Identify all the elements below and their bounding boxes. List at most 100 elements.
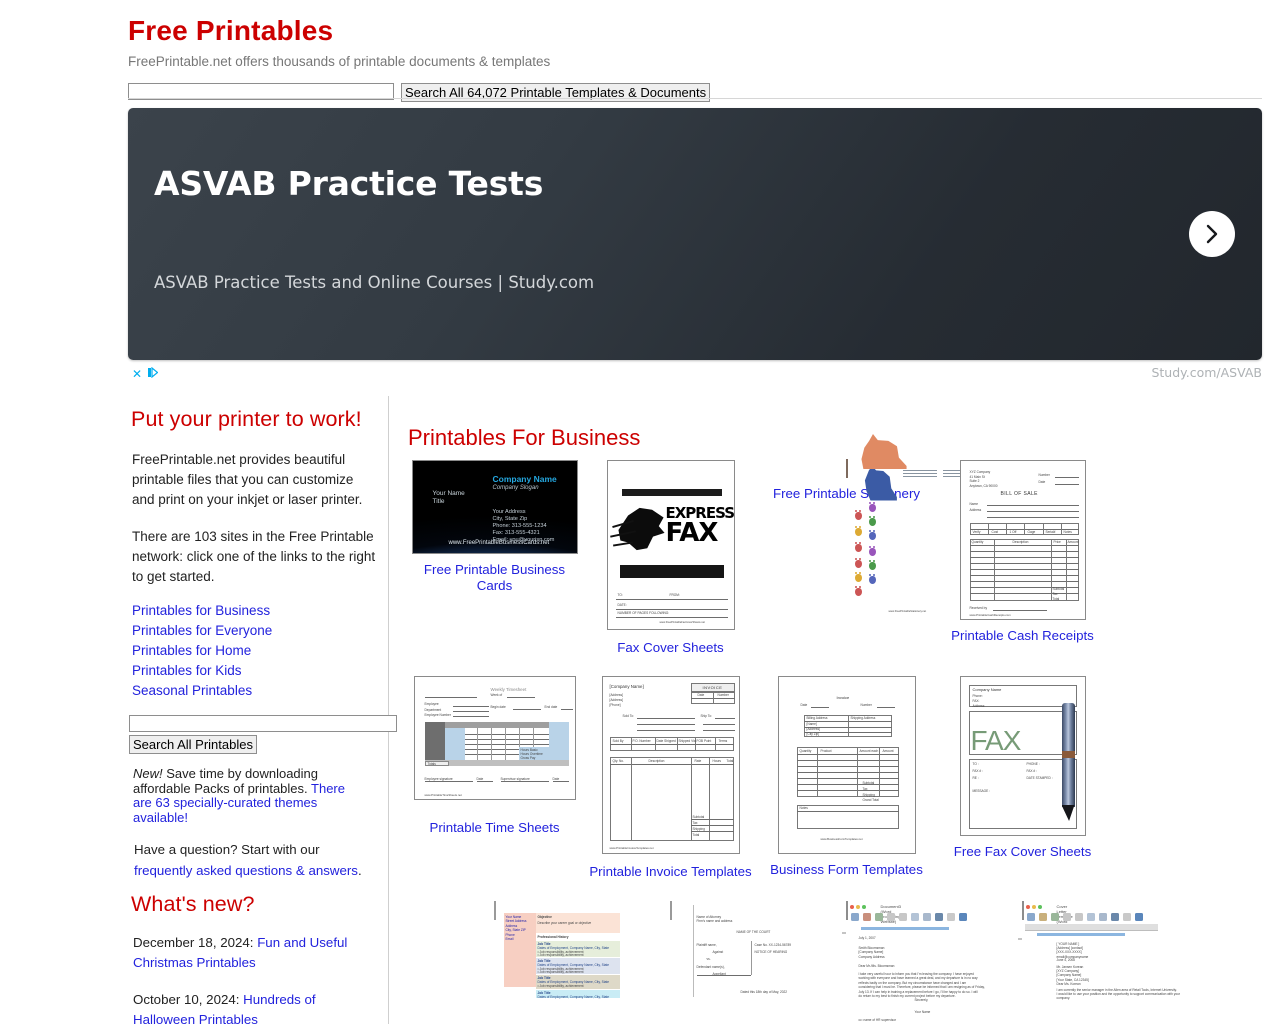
main-column: Printables For Business Company Name Com… (408, 396, 1180, 1022)
thumbnail-time-sheets: Weekly Timesheet Week of Employee Depart… (413, 676, 576, 800)
sidebar-item-kids[interactable]: Printables for Kids (132, 661, 378, 681)
thumbnail-link-legal-forms[interactable]: Name of AttorneyFirm's name and address … (669, 901, 799, 997)
card-slogan: Company Slogan (492, 485, 539, 491)
card-url: www.FreePrintableBusinessCards.net (448, 540, 550, 546)
top-search-form: Search All 64,072 Printable Templates & … (128, 83, 1280, 102)
thumbnail-resignation-letters: Document3 (Word Processing Website) (841, 901, 985, 1022)
sidebar-heading: Put your printer to work! (131, 407, 362, 431)
caption-invoice-templates[interactable]: Printable Invoice Templates (589, 864, 751, 880)
news-date: October 10, 2024: (133, 991, 244, 1007)
pen-band (1061, 751, 1075, 758)
ad-attribution: Study.com/ASVAB (1151, 365, 1262, 380)
advertisement: ASVAB Practice Tests ASVAB Practice Test… (128, 108, 1262, 385)
top-search-button[interactable]: Search All 64,072 Printable Templates & … (401, 83, 711, 102)
thumbnail-link-free-fax-cover[interactable]: Company Name Phone: FAX: Address: FAX TO… (959, 676, 1086, 836)
packs-new-label: New! (133, 766, 163, 782)
caption-business-forms[interactable]: Business Form Templates (770, 862, 923, 878)
header-divider (128, 98, 1262, 99)
grid-item-free-fax-cover: Company Name Phone: FAX: Address: FAX TO… (936, 676, 1109, 880)
fax-header-bar (621, 489, 722, 496)
thumbnail-link-stationery[interactable]: www.FreePrintableStationery.net (845, 434, 967, 613)
sidebar-item-business[interactable]: Printables for Business (132, 601, 378, 621)
thumbnail-cover-letters: Cover Letter Template (Word Processing) (1017, 901, 1180, 1000)
sidebar-search-button[interactable]: Search All Printables (129, 735, 257, 755)
sidebar-item-seasonal[interactable]: Seasonal Printables (132, 681, 378, 701)
ad-controls: ✕ (132, 365, 159, 383)
thumbnail-grid-row-2: Weekly Timesheet Week of Employee Depart… (408, 676, 1108, 880)
thumbnail-link-time-sheets[interactable]: Weekly Timesheet Week of Employee Depart… (413, 676, 576, 800)
thumbnail-legal-forms: Name of AttorneyFirm's name and address … (669, 901, 799, 997)
thumbnail-grid-row-1: Company Name Company Slogan Your Name Tit… (408, 434, 1109, 656)
thumbnail-link-resignation-letters[interactable]: Document3 (Word Processing Website) (841, 901, 985, 1022)
faq-note-text: Have a question? Start with our (134, 841, 320, 857)
thumbnail-link-business-forms[interactable]: Invoice Date Number Billing Address Ship… (777, 676, 916, 854)
fax-bird-graphic (618, 507, 665, 551)
thumbnail-link-business-cards[interactable]: Company Name Company Slogan Your Name Tit… (411, 460, 578, 554)
whats-new-list: December 18, 2024: Fun and Useful Christ… (128, 933, 378, 1024)
whats-new-heading: What's new? (131, 891, 255, 916)
grid-item-resumes: Your NameStreet AddressAddressCity, Stat… (408, 901, 623, 999)
thumbnail-business-cards: Company Name Company Slogan Your Name Tit… (411, 460, 578, 554)
card-company-name: Company Name (492, 474, 557, 484)
grid-item-business-forms: Invoice Date Number Billing Address Ship… (760, 676, 933, 880)
ad-banner[interactable]: ASVAB Practice Tests ASVAB Practice Test… (128, 108, 1262, 360)
sidebar-item-everyone[interactable]: Printables for Everyone (132, 621, 378, 641)
grid-item-fax-cover-sheets: EXPRESS FAX TO: FROM: DATE: NUMBER OF PA… (584, 460, 757, 656)
caption-business-cards[interactable]: Free Printable Business Cards (408, 562, 581, 594)
news-item: December 18, 2024: Fun and Useful Christ… (133, 933, 373, 973)
sidebar-paragraph-1: FreePrintable.net provides beautiful pri… (132, 452, 363, 508)
grid-item-cash-receipts: XYZ Company 41 Main St Suite 2 Anytown, CA … (936, 460, 1109, 656)
thumbnail-invoice-templates: [Company Name] [Address] [Address] [Phone]… (601, 676, 740, 854)
ad-headline: ASVAB Practice Tests (154, 164, 544, 203)
caption-free-fax-cover[interactable]: Free Fax Cover Sheets (954, 844, 1091, 860)
site-header: Free Printables FreePrintable.net offers… (0, 0, 1280, 102)
sidebar-faq-note: Have a question? Start with our frequent… (134, 839, 369, 881)
ad-choices-icon[interactable] (147, 365, 159, 383)
thumbnail-stationery: www.FreePrintableStationery.net (845, 434, 967, 613)
ad-next-button[interactable] (1189, 211, 1235, 257)
thumbnail-fax-cover-sheets: EXPRESS FAX TO: FROM: DATE: NUMBER OF PA… (606, 460, 735, 630)
sidebar-paragraph-2: There are 103 sites in the Free Printabl… (132, 528, 376, 585)
section-heading: Printables For Business (408, 425, 641, 450)
thumbnail-link-invoice-templates[interactable]: [Company Name] [Address] [Address] [Phone]… (601, 676, 740, 854)
sidebar: Put your printer to work! FreePrintable.… (128, 396, 397, 1024)
faq-link[interactable]: frequently asked questions & answers (134, 863, 358, 878)
thumbnail-link-fax-cover-sheets[interactable]: EXPRESS FAX TO: FROM: DATE: NUMBER OF PA… (606, 460, 735, 630)
caption-time-sheets[interactable]: Printable Time Sheets (429, 820, 559, 836)
chevron-right-icon (1206, 224, 1218, 244)
sidebar-packs-note: New! Save time by downloading affordable… (133, 766, 365, 825)
card-your-name: Your Name Title (432, 490, 465, 505)
faq-suffix: . (357, 862, 362, 878)
fax-fax-word: FAX (665, 518, 719, 548)
thumbnail-cash-receipts: XYZ Company 41 Main St Suite 2 Anytown, CA … (959, 460, 1086, 620)
sidebar-search-input[interactable] (129, 715, 397, 733)
fax-speed-line (612, 541, 633, 547)
column-divider (388, 396, 389, 1024)
ad-footer: ✕ Study.com/ASVAB (128, 363, 1262, 385)
thumbnail-link-cash-receipts[interactable]: XYZ Company 41 Main St Suite 2 Anytown, CA … (959, 460, 1086, 620)
grid-item-stationery: www.FreePrintableStationery.net Free Pri… (760, 434, 967, 656)
thumbnail-link-resumes[interactable]: Your NameStreet AddressAddressCity, Stat… (493, 901, 623, 999)
sidebar-network-links: Printables for Business Printables for E… (132, 601, 378, 701)
caption-fax-cover-sheets[interactable]: Fax Cover Sheets (617, 640, 723, 656)
grid-item-time-sheets: Weekly Timesheet Week of Employee Depart… (408, 676, 581, 880)
sidebar-item-home[interactable]: Printables for Home (132, 641, 378, 661)
page-title: Free Printables (128, 15, 334, 46)
thumbnail-grid-row-3: Your NameStreet AddressAddressCity, Stat… (408, 901, 1180, 1022)
thumbnail-business-forms: Invoice Date Number Billing Address Ship… (777, 676, 916, 854)
thumbnail-resumes: Your NameStreet AddressAddressCity, Stat… (493, 901, 623, 999)
ad-subline: ASVAB Practice Tests and Online Courses … (154, 273, 595, 292)
ad-close-icon[interactable]: ✕ (132, 368, 142, 380)
sidebar-search-form: Search All Printables (129, 715, 397, 755)
site-tagline: FreePrintable.net offers thousands of pr… (128, 54, 551, 69)
page-root: Free Printables FreePrintable.net offers… (0, 0, 1280, 1024)
thumbnail-free-fax-cover: Company Name Phone: FAX: Address: FAX TO… (959, 676, 1086, 836)
news-date: December 18, 2024: (133, 934, 258, 950)
grid-item-business-cards: Company Name Company Slogan Your Name Tit… (408, 460, 581, 656)
fax-word-graphic: FAX (970, 725, 1022, 756)
thumbnail-link-cover-letters[interactable]: Cover Letter Template (Word Processing) (1017, 901, 1180, 1000)
caption-stationery[interactable]: Free Printable Stationery (773, 486, 920, 502)
caption-cash-receipts[interactable]: Printable Cash Receipts (951, 628, 1094, 644)
news-item: October 10, 2024: Hundreds of Halloween … (133, 990, 373, 1024)
fax-footer-bar (619, 565, 724, 578)
